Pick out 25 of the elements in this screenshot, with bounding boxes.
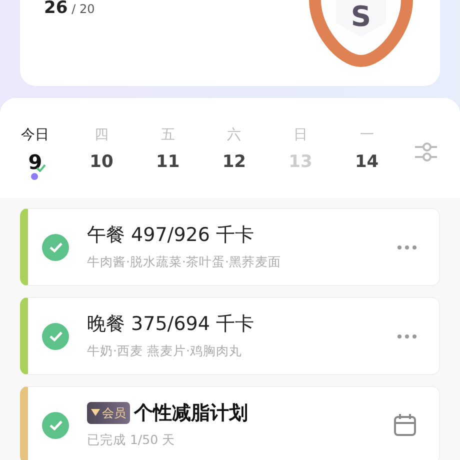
entry-title: 个性减脂计划 <box>134 400 248 425</box>
calendar-icon[interactable] <box>393 413 417 437</box>
meal-card[interactable]: 会员 个性减脂计划 已完成 1/50 天 <box>20 386 440 460</box>
check-icon[interactable] <box>42 412 69 438</box>
day-tab[interactable]: 一 14 <box>334 126 400 180</box>
more-icon[interactable] <box>397 244 417 250</box>
entry-detail: 牛肉酱·脱水蔬菜·茶叶蛋·黑荞麦面 <box>87 252 282 271</box>
day-tab[interactable]: 五 11 <box>134 126 201 180</box>
day-tab[interactable]: 四 10 <box>68 126 135 180</box>
entry-detail: 牛奶·西麦 燕麦片·鸡胸肉丸 <box>87 342 243 360</box>
member-badge: 会员 <box>87 402 130 424</box>
entry-title: 晚餐 375/694 千卡 <box>87 312 254 336</box>
badge-drawing: S <box>306 0 416 68</box>
day-tab[interactable]: 六 12 <box>200 126 268 180</box>
more-icon[interactable] <box>397 334 417 338</box>
score-total: / 20 <box>72 3 95 15</box>
meal-card[interactable]: 晚餐 375/694 千卡 牛奶·西麦 燕麦片·鸡胸肉丸 <box>20 297 440 375</box>
day-tab[interactable]: 今日 9 <box>2 126 68 180</box>
entry-title: 午餐 497/926 千卡 <box>87 222 254 247</box>
score-value: 26 <box>44 0 68 17</box>
meal-card[interactable]: 午餐 497/926 千卡 牛肉酱·脱水蔬菜·茶叶蛋·黑荞麦面 <box>20 208 440 286</box>
entry-detail: 已完成 1/50 天 <box>87 430 176 449</box>
check-icon[interactable] <box>42 322 69 350</box>
check-icon[interactable] <box>42 234 69 260</box>
filter-icon[interactable] <box>414 140 438 164</box>
